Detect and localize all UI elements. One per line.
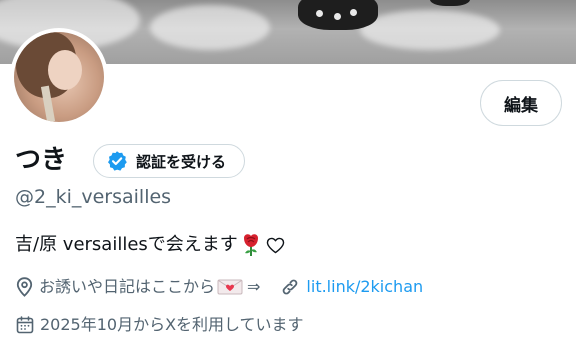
avatar-face <box>48 50 82 90</box>
edit-profile-label: 編集 <box>504 95 538 116</box>
banner-object <box>334 13 341 20</box>
banner-light <box>360 10 500 50</box>
white-heart-icon <box>264 237 285 254</box>
user-handle: @2_ki_versailles <box>15 186 172 208</box>
verified-badge-icon <box>106 150 128 172</box>
banner-object <box>316 10 323 17</box>
display-name: つき <box>15 145 68 175</box>
location-arrow: ⇒ <box>247 277 261 296</box>
banner-light <box>150 5 270 50</box>
get-verified-button[interactable]: 認証を受ける <box>93 144 246 178</box>
bio: 吉/原 versaillesで会えます <box>15 231 285 259</box>
love-letter-icon <box>217 278 243 296</box>
edit-profile-button[interactable]: 編集 <box>480 80 562 126</box>
profile-meta-row: お誘いや日記はここから ⇒ lit.link/2kichan <box>16 275 423 299</box>
avatar-photo <box>14 32 104 122</box>
link-icon <box>280 277 300 297</box>
banner-object <box>350 9 357 16</box>
get-verified-label: 認証を受ける <box>136 152 227 171</box>
avatar[interactable] <box>10 28 108 126</box>
calendar-icon <box>16 316 34 334</box>
joined-date-text: 2025年10月からXを利用しています <box>40 315 304 334</box>
profile-link[interactable]: lit.link/2kichan <box>306 275 423 299</box>
rose-icon <box>240 233 262 257</box>
location-text: お誘いや日記はここから <box>39 277 216 296</box>
banner-object <box>430 0 470 6</box>
map-pin-icon <box>16 277 33 297</box>
joined-row: 2025年10月からXを利用しています <box>16 313 304 337</box>
bio-text: 吉/原 versaillesで会えます <box>15 234 238 255</box>
